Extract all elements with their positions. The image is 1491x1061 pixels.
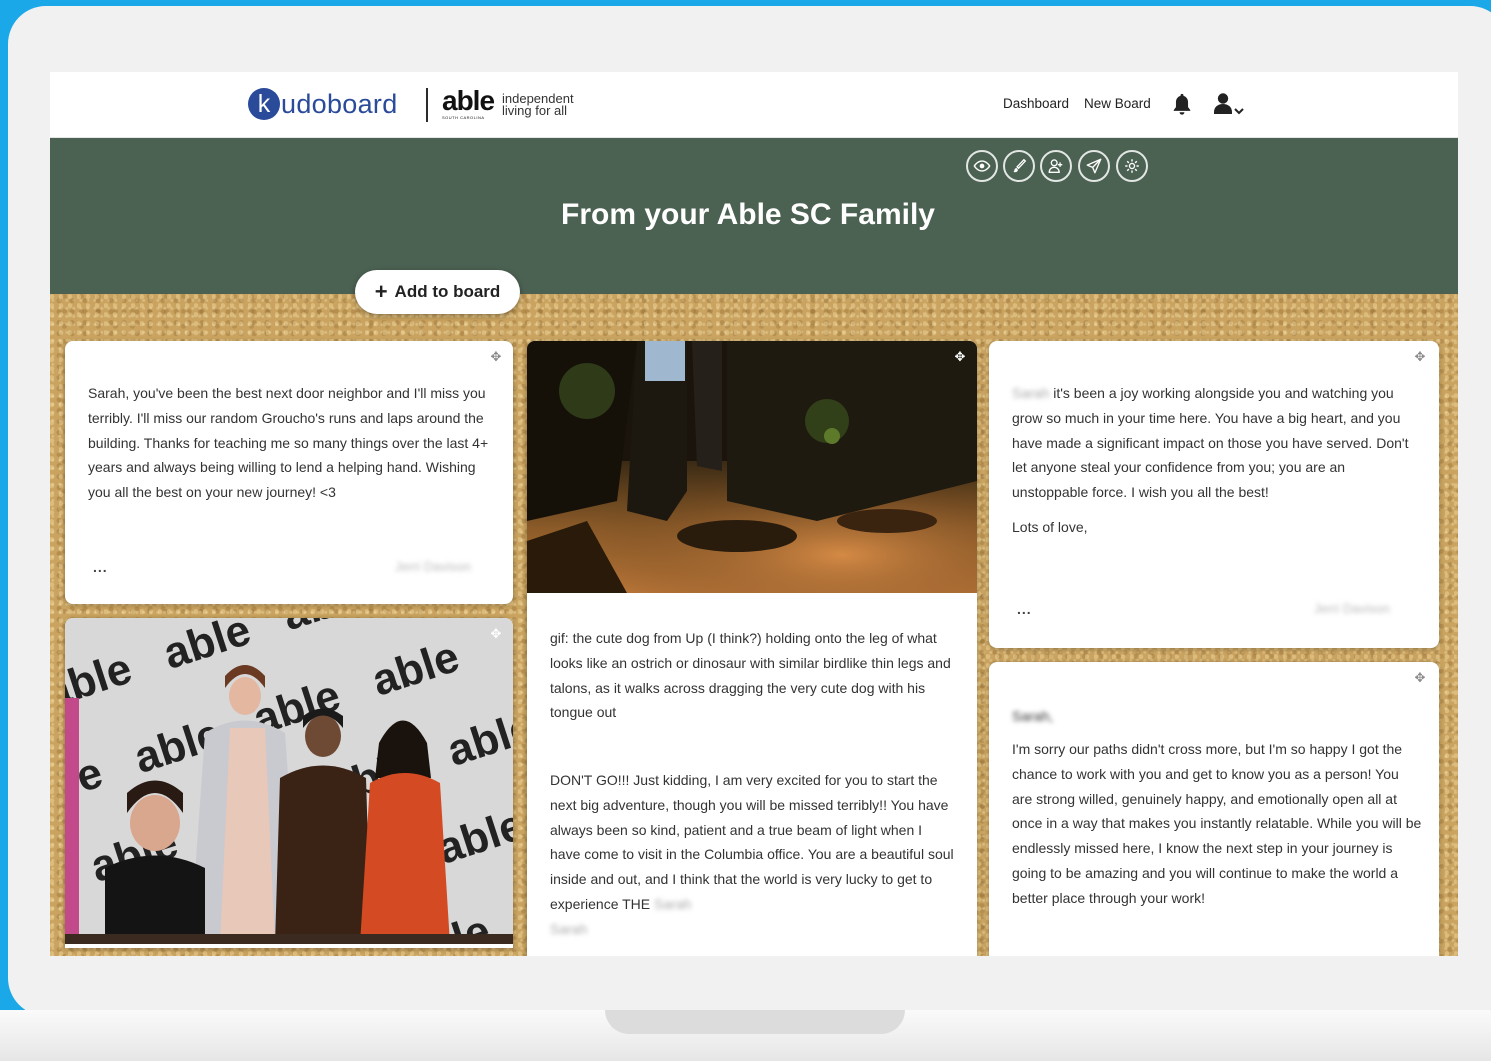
logo-divider	[426, 88, 428, 122]
blurred-name: Sarah	[1012, 385, 1050, 401]
more-options-button[interactable]: ...	[93, 559, 108, 575]
post-signature: Jerri Davison	[395, 559, 471, 574]
add-to-board-label: Add to board	[394, 282, 501, 301]
logo-text: udoboard	[281, 88, 398, 119]
move-icon[interactable]: ✥	[489, 350, 503, 364]
gif-image	[527, 341, 977, 593]
add-to-board-button[interactable]: + Add to board	[355, 270, 520, 314]
post-closing: Lots of love,	[1012, 519, 1088, 535]
post-message: DON'T GO!!! Just kidding, I am very exci…	[550, 768, 955, 942]
laptop-base	[0, 1010, 1491, 1061]
nav-new-board-link[interactable]: New Board	[1084, 96, 1151, 111]
partner-logo-subtext: SOUTH CAROLINA	[442, 115, 485, 120]
eye-icon[interactable]	[966, 150, 998, 182]
post-card[interactable]: ✥ Sarah, you've been the best next door …	[65, 341, 513, 604]
blurred-name: Sarah	[654, 895, 692, 912]
post-message-text: DON'T GO!!! Just kidding, I am very exci…	[550, 772, 954, 912]
laptop-notch	[605, 1010, 905, 1034]
move-icon[interactable]: ✥	[953, 350, 967, 364]
kudoboard-logo[interactable]: k udoboard	[248, 88, 398, 120]
user-menu-icon[interactable]	[1213, 92, 1253, 118]
logo-k-circle: k	[248, 88, 280, 120]
gif-caption: gif: the cute dog from Up (I think?) hol…	[550, 630, 951, 721]
partner-tagline: independent living for all	[502, 91, 574, 118]
post-card[interactable]: able able able able able able able able …	[65, 618, 513, 948]
post-card[interactable]: ✥ Sarah, I'm sorry our paths didn't cros…	[989, 662, 1439, 956]
browser-screen: k udoboard able SOUTH CAROLINA independe…	[50, 72, 1458, 956]
move-icon[interactable]: ✥	[1413, 671, 1427, 685]
post-message: I'm sorry our paths didn't cross more, b…	[1012, 741, 1422, 906]
blurred-name: Sarah	[550, 920, 588, 937]
post-signature: Jerri Davison	[1314, 601, 1390, 616]
post-message-text: it's been a joy working alongside you an…	[1012, 385, 1409, 501]
board-header: From your Able SC Family	[50, 138, 1458, 294]
move-icon[interactable]: ✥	[489, 627, 503, 641]
plus-icon: +	[374, 279, 388, 304]
send-icon[interactable]	[1078, 150, 1110, 182]
post-card[interactable]: ✥ gif: the cute dog from Up (I think?) h…	[527, 341, 977, 956]
bell-icon[interactable]	[1171, 92, 1193, 116]
brush-icon[interactable]	[1003, 150, 1035, 182]
nav-dashboard-link[interactable]: Dashboard	[1003, 96, 1069, 111]
move-icon[interactable]: ✥	[1413, 350, 1427, 364]
post-card[interactable]: ✥ Sarah it's been a joy working alongsid…	[989, 341, 1439, 648]
more-options-button[interactable]: ...	[1017, 601, 1032, 617]
board-title: From your Able SC Family	[561, 198, 935, 231]
post-message: Sarah, you've been the best next door ne…	[88, 385, 489, 501]
post-message: Sarah it's been a joy working alongside …	[1012, 381, 1417, 505]
blurred-greeting: Sarah,	[1012, 708, 1054, 724]
group-photo-image: able able able able able able able able …	[65, 618, 513, 944]
add-user-icon[interactable]	[1040, 150, 1072, 182]
partner-logo: able	[442, 85, 495, 116]
top-navigation: k udoboard able SOUTH CAROLINA independe…	[50, 72, 1458, 138]
gear-icon[interactable]	[1116, 150, 1148, 182]
